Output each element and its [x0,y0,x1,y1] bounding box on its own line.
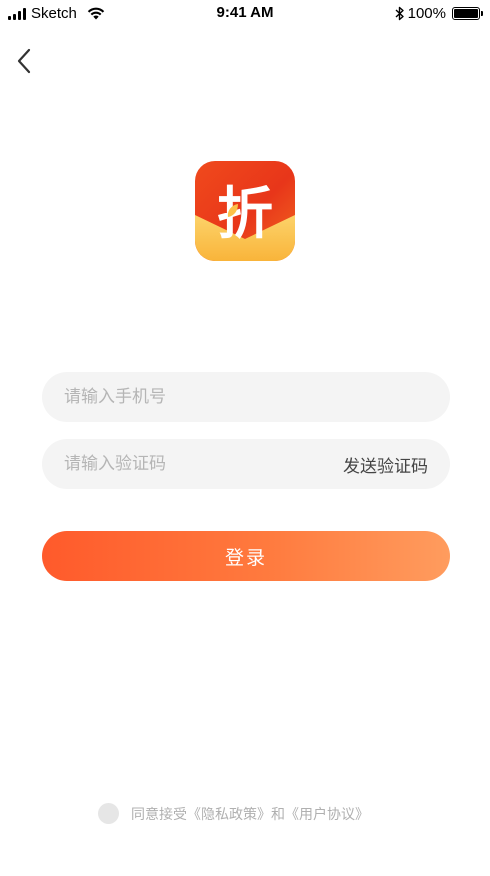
login-screen: Sketch 9:41 AM 100% 折 请输入手机号 请输入验证码 发送验证… [0,0,490,876]
bluetooth-icon [395,6,404,21]
agreement-text: 同意接受 《隐私政策》 和 《用户协议》 [131,804,369,824]
verification-code-input[interactable] [64,454,343,474]
agreement-conjunction: 和 [271,806,285,823]
app-logo: 折 [195,161,295,261]
battery-icon [452,7,483,20]
battery-percent: 100% [407,5,446,22]
status-bar: Sketch 9:41 AM 100% [0,0,490,30]
agree-checkbox[interactable] [98,803,119,824]
back-button[interactable] [10,44,38,78]
privacy-policy-link[interactable]: 《隐私政策》 [187,804,271,824]
status-right: 100% [395,5,483,22]
logo-glyph: 折 [217,182,273,247]
code-field-container: 发送验证码 [42,439,450,489]
leaf-icon [227,204,238,217]
phone-field-container [42,372,450,422]
agreement-prefix: 同意接受 [131,806,187,823]
login-button[interactable]: 登录 [42,531,450,581]
user-agreement-link[interactable]: 《用户协议》 [285,804,369,824]
agreement-row: 同意接受 《隐私政策》 和 《用户协议》 [98,803,369,824]
send-code-button[interactable]: 发送验证码 [343,452,428,477]
phone-input[interactable] [64,387,428,407]
chevron-left-icon [17,48,31,74]
